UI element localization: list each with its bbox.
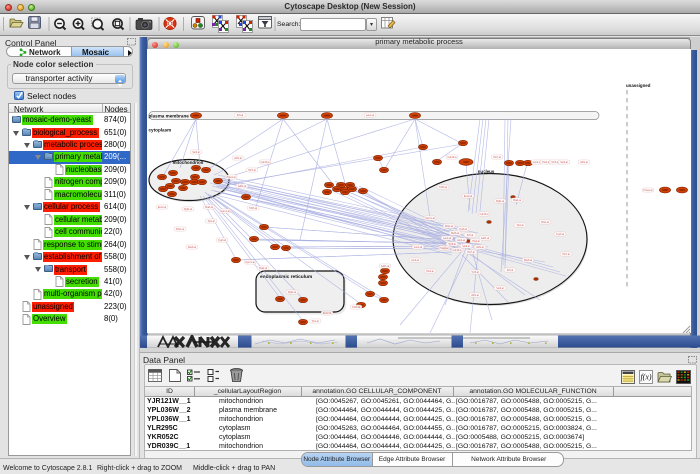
svg-text:Eno2-al: Eno2-al bbox=[158, 206, 167, 209]
svg-text:Met6-al: Met6-al bbox=[188, 246, 196, 249]
svg-text:Cys3-al: Cys3-al bbox=[459, 228, 468, 231]
svg-text:endoplasmic reticulum: endoplasmic reticulum bbox=[260, 274, 312, 280]
svg-text:Fba1-al: Fba1-al bbox=[205, 206, 214, 209]
svg-text:Leu1-al: Leu1-al bbox=[366, 114, 374, 117]
svg-text:Cdc19-a: Cdc19-a bbox=[447, 156, 457, 159]
svg-text:Cys3-al: Cys3-al bbox=[218, 239, 227, 242]
svg-text:Eno2-al: Eno2-al bbox=[464, 195, 473, 198]
svg-text:Pdc1-al: Pdc1-al bbox=[541, 221, 550, 224]
svg-text:Sst2-al: Sst2-al bbox=[496, 287, 504, 290]
svg-text:Fba1-al: Fba1-al bbox=[513, 199, 522, 202]
svg-text:Tdh3-al: Tdh3-al bbox=[249, 207, 258, 210]
svg-text:Abf1-al: Abf1-al bbox=[580, 161, 588, 164]
svg-text:Adh1-al: Adh1-al bbox=[381, 265, 390, 268]
svg-text:Fba1-al: Fba1-al bbox=[259, 267, 268, 270]
svg-text:His4-al: His4-al bbox=[426, 270, 434, 273]
svg-text:Ilv5-al: Ilv5-al bbox=[507, 269, 514, 272]
svg-text:Hxt7-al: Hxt7-al bbox=[467, 251, 475, 254]
svg-text:Cdc19-a: Cdc19-a bbox=[479, 213, 489, 216]
svg-text:Abf1-al: Abf1-al bbox=[476, 246, 484, 249]
svg-text:Pdc1-al: Pdc1-al bbox=[176, 228, 185, 231]
svg-text:Ilv5-al: Ilv5-al bbox=[237, 114, 244, 117]
svg-text:Sst2-al: Sst2-al bbox=[560, 161, 568, 164]
svg-text:Abf1-al: Abf1-al bbox=[471, 294, 479, 297]
svg-text:Tpi1-al: Tpi1-al bbox=[516, 224, 524, 227]
svg-text:Eno2-al: Eno2-al bbox=[323, 312, 332, 315]
svg-text:Hxt7-al: Hxt7-al bbox=[493, 156, 501, 159]
svg-text:Tdh3-al: Tdh3-al bbox=[352, 306, 361, 309]
svg-text:Adh1-al: Adh1-al bbox=[238, 185, 247, 188]
svg-text:Ilv5-al: Ilv5-al bbox=[467, 234, 474, 237]
svg-text:mitochondrion: mitochondrion bbox=[173, 160, 204, 165]
svg-text:Leu1-al: Leu1-al bbox=[414, 246, 422, 249]
svg-text:Gpm1-al: Gpm1-al bbox=[245, 261, 255, 264]
svg-text:Adh1-al: Adh1-al bbox=[481, 237, 490, 240]
svg-text:Cdc19-a: Cdc19-a bbox=[260, 161, 270, 164]
svg-text:Tpi1-al: Tpi1-al bbox=[207, 220, 215, 223]
svg-text:Abf1-al: Abf1-al bbox=[234, 157, 242, 160]
svg-text:Hxt7-al: Hxt7-al bbox=[562, 253, 570, 256]
svg-text:Pma1-al: Pma1-al bbox=[440, 247, 449, 250]
svg-text:Leu1-al: Leu1-al bbox=[443, 237, 451, 240]
svg-text:Sst2-al: Sst2-al bbox=[462, 245, 470, 248]
svg-text:Met6-al: Met6-al bbox=[451, 232, 459, 235]
svg-text:Tdh3-al: Tdh3-al bbox=[439, 186, 448, 189]
svg-text:Tpi1-al: Tpi1-al bbox=[311, 320, 319, 323]
svg-text:Cdc19-a: Cdc19-a bbox=[452, 249, 462, 252]
svg-text:His4-al: His4-al bbox=[472, 240, 480, 243]
svg-text:cytoplasm: cytoplasm bbox=[149, 128, 172, 133]
svg-text:Trp5-al: Trp5-al bbox=[448, 243, 456, 246]
svg-text:unassigned: unassigned bbox=[626, 83, 651, 88]
svg-text:Aro4-al: Aro4-al bbox=[411, 259, 419, 262]
svg-text:Trp5-al: Trp5-al bbox=[471, 271, 479, 274]
svg-text:Pgk1-al: Pgk1-al bbox=[496, 200, 505, 203]
svg-text:plasma membrane: plasma membrane bbox=[149, 114, 190, 119]
svg-text:f(x): f(x) bbox=[640, 373, 651, 382]
svg-text:Aro4-al: Aro4-al bbox=[457, 239, 465, 242]
svg-text:Gpm1-al: Gpm1-al bbox=[425, 217, 435, 220]
svg-text:Pma1-al: Pma1-al bbox=[227, 176, 236, 179]
svg-text:Sst2-al: Sst2-al bbox=[192, 151, 200, 154]
svg-text:Hxt7-al: Hxt7-al bbox=[248, 169, 256, 172]
svg-text:Pgk1-al: Pgk1-al bbox=[288, 291, 297, 294]
svg-text:Pgk1-al: Pgk1-al bbox=[184, 208, 193, 211]
svg-text:Cys3-al: Cys3-al bbox=[556, 233, 565, 236]
svg-text:Pdc1-al: Pdc1-al bbox=[445, 225, 454, 228]
svg-text:Gpm1-al: Gpm1-al bbox=[220, 210, 230, 213]
svg-text:Pma1-al: Pma1-al bbox=[644, 189, 653, 192]
svg-text:Met6-al: Met6-al bbox=[524, 259, 532, 262]
